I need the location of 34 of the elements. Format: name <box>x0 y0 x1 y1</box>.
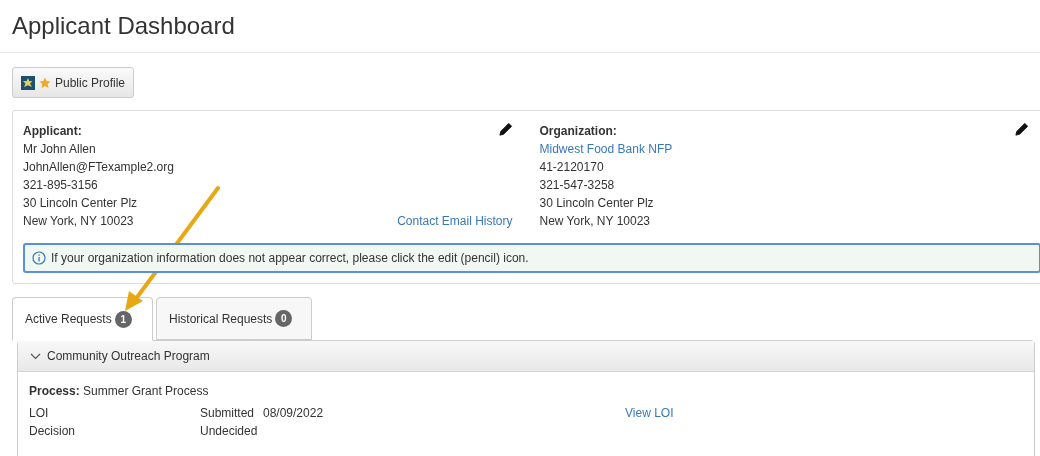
step-name: LOI <box>29 405 50 422</box>
info-icon <box>32 251 46 265</box>
pencil-icon[interactable] <box>1014 122 1029 137</box>
step-status: Submitted <box>200 405 256 422</box>
view-loi-link[interactable]: View LOI <box>625 404 674 422</box>
page-title: Applicant Dashboard <box>12 11 236 41</box>
section-heading: Applicant: <box>23 123 82 140</box>
applicant-detail: 30 Lincoln Center Plz <box>23 195 138 212</box>
applicant-detail: Mr John Allen <box>23 141 96 158</box>
contact-email-history-link[interactable]: Contact Email History <box>397 212 513 230</box>
applicant-detail: New York, NY 10023 <box>23 213 134 230</box>
star-icon <box>39 76 51 89</box>
applicant-detail: JohnAllen@FTexample2.org <box>23 159 174 176</box>
step-date: 08/09/2022 <box>263 405 325 422</box>
organization-detail: 30 Lincoln Center Plz <box>539 195 654 212</box>
organization-detail: 41-2120170 <box>539 159 604 176</box>
step-status: Undecided <box>200 423 259 440</box>
tab[interactable]: Historical Requests 0 <box>156 297 312 340</box>
program-title: Community Outreach Program <box>47 348 210 365</box>
organization-detail: New York, NY 10023 <box>539 213 651 230</box>
organization-detail: 321-547-3258 <box>539 177 615 194</box>
step-name: Decision <box>29 423 77 440</box>
alert-message: If your organization information does not appear correct, please click the edit (pencil) icon. <box>51 250 529 267</box>
pencil-icon[interactable] <box>497 122 513 137</box>
logo-icon <box>21 75 35 90</box>
public-profile-button[interactable]: Public Profile <box>12 67 135 98</box>
count-badge: 0 <box>275 310 293 327</box>
organization-link[interactable]: Midwest Food Bank NFP <box>539 140 673 158</box>
process-label: Process: Summer Grant Process <box>29 383 210 400</box>
section-heading: Organization: <box>539 123 617 140</box>
applicant-detail: 321-895-3156 <box>23 177 98 194</box>
program-header[interactable]: Community Outreach Program <box>18 341 1034 372</box>
tab[interactable]: Active Requests 1 <box>12 297 153 341</box>
count-badge: 1 <box>114 310 132 328</box>
